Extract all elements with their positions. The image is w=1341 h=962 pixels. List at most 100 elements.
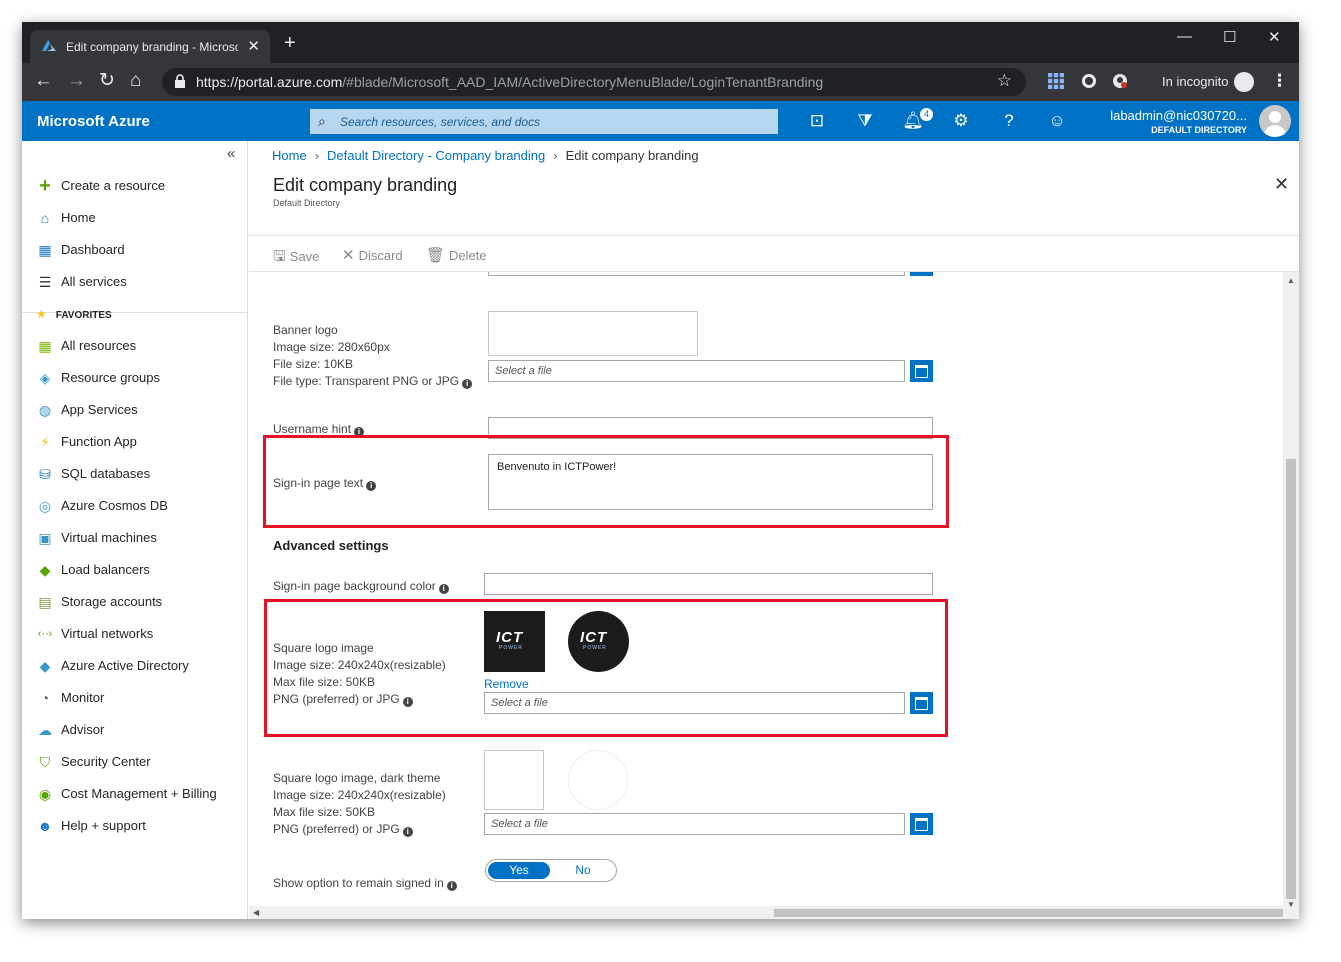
previous-browse-icon[interactable]: [910, 272, 933, 276]
remain-signed-toggle[interactable]: Yes No: [485, 859, 617, 882]
horizontal-scrollbar[interactable]: ◀: [249, 906, 1283, 919]
info-icon[interactable]: i: [402, 827, 413, 837]
info-icon[interactable]: i: [402, 697, 413, 707]
sidebar-item-function-app[interactable]: ⚡︎ Function App: [36, 433, 137, 455]
horizontal-scroll-thumb[interactable]: [774, 909, 1283, 917]
bolt-icon: ⚡︎: [40, 433, 50, 450]
directory-filter-icon[interactable]: ⧩: [854, 111, 876, 131]
url-text: https://portal.azure.com/#blade/Microsof…: [196, 74, 824, 90]
tab-title: Edit company branding - Microso: [66, 40, 238, 54]
banner-browse-icon[interactable]: [910, 360, 933, 382]
vertical-scroll-thumb[interactable]: [1286, 459, 1296, 899]
sidebar-item-sql-databases[interactable]: ⛁ SQL databases: [36, 465, 150, 487]
list-icon: ☰: [38, 273, 52, 290]
sidebar-item-monitor[interactable]: ◔ Monitor: [36, 689, 105, 711]
tab-strip: Edit company branding - Microso ✕ + — ☐ …: [22, 22, 1299, 63]
bg-color-input[interactable]: [484, 573, 933, 595]
maximize-icon[interactable]: ☐: [1223, 28, 1236, 46]
sidebar-item-help-support[interactable]: ☻ Help + support: [36, 817, 146, 839]
sidebar-item-home[interactable]: ⌂ Home: [36, 209, 96, 231]
browser-tab[interactable]: Edit company branding - Microso ✕: [30, 30, 270, 63]
sidebar-item-cost-management[interactable]: ◉ Cost Management + Billing: [36, 785, 217, 807]
sidebar-item-app-services[interactable]: ◍ App Services: [36, 401, 138, 423]
browser-menu-icon[interactable]: ⋮: [1271, 71, 1288, 91]
browser-window: Edit company branding - Microso ✕ + — ☐ …: [22, 22, 1299, 919]
info-icon[interactable]: i: [462, 379, 473, 389]
square-logo-dark-file-input[interactable]: Select a file: [484, 813, 905, 835]
save-button[interactable]: 🖫︎ Save: [273, 246, 319, 271]
plus-icon: +: [39, 174, 51, 197]
window-close-icon[interactable]: ✕: [1268, 28, 1281, 46]
global-search-input[interactable]: ⌕ Search resources, services, and docs: [310, 109, 778, 134]
sidebar-item-dashboard[interactable]: ▦ Dashboard: [36, 241, 124, 263]
sidebar-item-azure-ad[interactable]: ◆ Azure Active Directory: [36, 657, 189, 679]
sidebar-item-advisor[interactable]: ☁ Advisor: [36, 721, 104, 743]
delete-button[interactable]: 🗑︎ Delete: [426, 246, 487, 264]
sidebar-item-security-center[interactable]: ⛉ Security Center: [36, 753, 151, 775]
address-bar[interactable]: https://portal.azure.com/#blade/Microsof…: [162, 68, 1026, 96]
sidebar-collapse-icon[interactable]: «: [227, 145, 235, 162]
sidebar-item-resource-groups[interactable]: ◈ Resource groups: [36, 369, 160, 391]
sidebar-item-cosmos-db[interactable]: ◎ Azure Cosmos DB: [36, 497, 168, 519]
banner-logo-preview: [488, 311, 698, 356]
discard-button[interactable]: ✕ Discard: [342, 246, 403, 264]
globe-icon: ◍: [38, 401, 52, 418]
remove-logo-link[interactable]: Remove: [484, 677, 529, 691]
sidebar-item-all-resources[interactable]: ▦ All resources: [36, 337, 136, 359]
breadcrumb-parent[interactable]: Default Directory - Company branding: [327, 148, 545, 163]
incognito-icon[interactable]: [1234, 72, 1254, 92]
vertical-scrollbar[interactable]: ▲ ▼: [1283, 272, 1299, 919]
forward-icon[interactable]: →: [67, 71, 86, 91]
toggle-yes-option[interactable]: Yes: [488, 862, 550, 879]
sidebar-item-create-resource[interactable]: + Create a resource: [36, 174, 165, 199]
gauge-icon: ◔: [40, 689, 50, 706]
new-tab-icon[interactable]: +: [284, 32, 296, 55]
square-logo-browse-icon[interactable]: [910, 692, 933, 714]
search-placeholder: Search resources, services, and docs: [340, 115, 541, 129]
page-subtitle: Default Directory: [273, 198, 341, 208]
banner-file-input[interactable]: Select a file: [488, 360, 905, 382]
sidebar-item-storage-accounts[interactable]: ▤ Storage accounts: [36, 593, 162, 615]
cloud-shell-icon[interactable]: ⊡: [806, 111, 828, 131]
feedback-smiley-icon[interactable]: ☺: [1046, 111, 1068, 131]
scroll-left-icon[interactable]: ◀: [253, 908, 259, 917]
previous-field-edge[interactable]: [488, 272, 905, 276]
chevron-right-icon: ›: [553, 148, 558, 163]
help-icon[interactable]: ?: [998, 111, 1020, 131]
tab-close-icon[interactable]: ✕: [247, 37, 260, 55]
sidebar-item-all-services[interactable]: ☰ All services: [36, 273, 127, 295]
signin-text-textarea[interactable]: Benvenuto in ICTPower!: [488, 454, 933, 510]
home-browser-icon[interactable]: ⌂: [130, 71, 141, 91]
sidebar-item-virtual-networks[interactable]: ‹··› Virtual networks: [36, 625, 154, 647]
database-icon: ⛁: [39, 465, 51, 482]
scroll-up-icon[interactable]: ▲: [1287, 276, 1295, 285]
info-icon[interactable]: i: [366, 481, 377, 491]
info-icon[interactable]: i: [438, 584, 449, 594]
extension-grid-icon[interactable]: [1048, 73, 1064, 89]
portal-brand[interactable]: Microsoft Azure: [37, 113, 150, 130]
info-icon[interactable]: i: [446, 881, 457, 891]
square-logo-file-input[interactable]: Select a file: [484, 692, 905, 714]
minimize-icon[interactable]: —: [1177, 28, 1192, 45]
sidebar-item-load-balancers[interactable]: ◆ Load balancers: [36, 561, 150, 583]
dashboard-icon: ▦: [38, 241, 52, 258]
breadcrumb-home[interactable]: Home: [272, 148, 307, 163]
back-icon[interactable]: ←: [34, 71, 53, 91]
square-logo-label: Square logo image Image size: 240x240x(r…: [273, 641, 446, 707]
toggle-no-option[interactable]: No: [552, 862, 614, 879]
breadcrumb: Home › Default Directory - Company brandin…: [272, 148, 699, 163]
blade: Home › Default Directory - Company brandin…: [249, 141, 1299, 919]
incognito-label: In incognito: [1162, 74, 1229, 89]
scroll-down-icon[interactable]: ▼: [1287, 900, 1295, 909]
reload-icon[interactable]: ↻: [99, 71, 115, 91]
close-blade-icon[interactable]: ✕: [1274, 174, 1289, 195]
extension-record-icon[interactable]: [1081, 73, 1097, 89]
avatar[interactable]: [1259, 105, 1291, 137]
notification-count-badge: 4: [920, 108, 933, 121]
settings-gear-icon[interactable]: ⚙: [950, 111, 972, 131]
square-logo-dark-browse-icon[interactable]: [910, 813, 933, 835]
bookmark-star-icon[interactable]: ☆: [997, 71, 1012, 91]
extension-profile-icon[interactable]: [1112, 73, 1128, 89]
user-account[interactable]: labadmin@nic030720... DEFAULT DIRECTORY: [1110, 108, 1247, 135]
sidebar-item-virtual-machines[interactable]: ▣ Virtual machines: [36, 529, 157, 551]
